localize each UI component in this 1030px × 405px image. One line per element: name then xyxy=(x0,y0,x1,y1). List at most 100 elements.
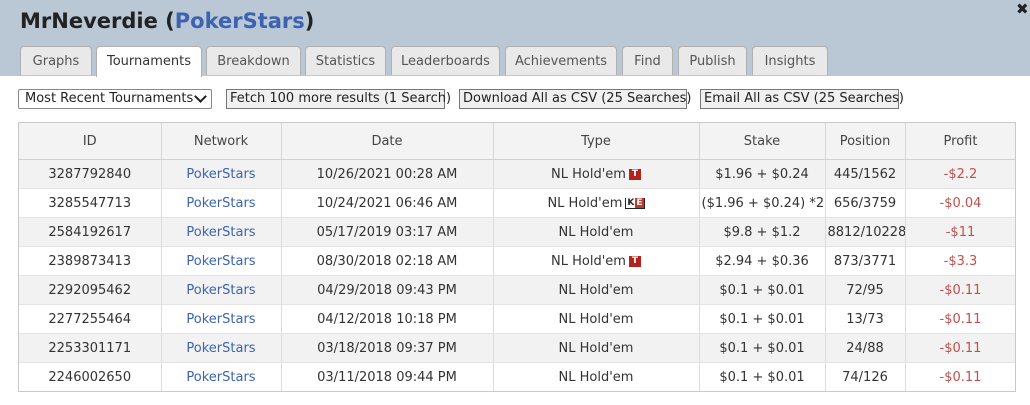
cell-stake: $2.94 + $0.36 xyxy=(699,246,826,276)
col-header-type[interactable]: Type xyxy=(493,123,700,160)
cell-id: 2584192617 xyxy=(19,217,162,247)
cell-type: NL Hold'em xyxy=(493,217,700,247)
table-row[interactable]: 2292095462 PokerStars 04/29/2018 09:43 P… xyxy=(19,275,1015,305)
table-row[interactable]: 2246002650 PokerStars 03/11/2018 09:44 P… xyxy=(19,362,1015,391)
cell-stake: $0.1 + $0.01 xyxy=(699,362,826,391)
cell-type: NL Hold'em xyxy=(493,333,700,363)
email-csv-button[interactable]: Email All as CSV (25 Searches) xyxy=(700,89,904,109)
cell-type: NL Hold'em T xyxy=(493,246,700,276)
table-row[interactable]: 3285547713 PokerStars 10/24/2021 06:46 A… xyxy=(19,188,1015,218)
cell-stake: $9.8 + $1.2 xyxy=(699,217,826,247)
player-name: MrNeverdie xyxy=(20,9,158,33)
cell-position: 445/1562 xyxy=(825,159,906,189)
type-label: NL Hold'em xyxy=(558,369,634,385)
cell-id: 2277255464 xyxy=(19,304,162,334)
cell-stake: $0.1 + $0.01 xyxy=(699,275,826,305)
table-row[interactable]: 2253301171 PokerStars 03/18/2018 09:37 P… xyxy=(19,333,1015,363)
tournaments-table: ID Network Date Type Stake Position Prof… xyxy=(19,123,1015,391)
cell-network[interactable]: PokerStars xyxy=(161,246,282,276)
col-header-position[interactable]: Position xyxy=(825,123,906,160)
cell-profit: -$11 xyxy=(905,217,1015,247)
cell-profit: -$0.11 xyxy=(905,275,1015,305)
tab-publish[interactable]: Publish xyxy=(678,46,747,75)
col-header-date[interactable]: Date xyxy=(281,123,494,160)
table-row[interactable]: 2584192617 PokerStars 05/17/2019 03:17 A… xyxy=(19,217,1015,247)
cell-network[interactable]: PokerStars xyxy=(161,217,282,247)
tab-tournaments[interactable]: Tournaments xyxy=(96,46,202,77)
table-row[interactable]: 3287792840 PokerStars 10/26/2021 00:28 A… xyxy=(19,159,1015,189)
title-paren-open: ( xyxy=(157,9,175,33)
cell-date: 03/18/2018 09:37 PM xyxy=(281,333,494,363)
cell-position: 656/3759 xyxy=(825,188,906,218)
cell-id: 2246002650 xyxy=(19,362,162,391)
cell-network[interactable]: PokerStars xyxy=(161,275,282,305)
tab-graphs[interactable]: Graphs xyxy=(20,46,92,75)
tab-find[interactable]: Find xyxy=(622,46,673,75)
cell-type: NL Hold'em xyxy=(493,275,700,305)
turbo-badge-icon: T xyxy=(628,168,641,180)
cell-id: 2389873413 xyxy=(19,246,162,276)
type-label: NL Hold'em xyxy=(551,253,626,269)
page-title: MrNeverdie (PokerStars) xyxy=(20,9,314,33)
col-header-id[interactable]: ID xyxy=(19,123,162,160)
cell-profit: -$0.11 xyxy=(905,304,1015,334)
cell-date: 08/30/2018 02:18 AM xyxy=(281,246,494,276)
col-header-profit[interactable]: Profit xyxy=(905,123,1015,160)
cell-date: 10/26/2021 00:28 AM xyxy=(281,159,494,189)
cell-date: 04/29/2018 09:43 PM xyxy=(281,275,494,305)
col-header-network[interactable]: Network xyxy=(161,123,282,160)
cell-date: 05/17/2019 03:17 AM xyxy=(281,217,494,247)
type-label: NL Hold'em xyxy=(547,195,623,211)
cell-position: 24/88 xyxy=(825,333,906,363)
cell-date: 03/11/2018 09:44 PM xyxy=(281,362,494,391)
cell-stake: ($1.96 + $0.24) *2 xyxy=(699,188,826,218)
cell-network[interactable]: PokerStars xyxy=(161,333,282,363)
cell-id: 3285547713 xyxy=(19,188,162,218)
table-row[interactable]: 2389873413 PokerStars 08/30/2018 02:18 A… xyxy=(19,246,1015,276)
cell-stake: $0.1 + $0.01 xyxy=(699,333,826,363)
cell-date: 04/12/2018 10:18 PM xyxy=(281,304,494,334)
cell-network[interactable]: PokerStars xyxy=(161,362,282,391)
cell-profit: -$3.3 xyxy=(905,246,1015,276)
network-link[interactable]: PokerStars xyxy=(175,9,305,33)
cell-position: 72/95 xyxy=(825,275,906,305)
cell-profit: -$2.2 xyxy=(905,159,1015,189)
cell-profit: -$0.04 xyxy=(905,188,1015,218)
cell-position: 13/73 xyxy=(825,304,906,334)
cell-date: 10/24/2021 06:46 AM xyxy=(281,188,494,218)
cell-type: NL Hold'em xyxy=(493,304,700,334)
cell-profit: -$0.11 xyxy=(905,362,1015,391)
cell-type: NL Hold'em K E xyxy=(493,188,700,218)
fetch-more-button[interactable]: Fetch 100 more results (1 Search) xyxy=(226,89,451,109)
cell-position: 8812/10228 xyxy=(825,217,906,247)
tournaments-table-container: ID Network Date Type Stake Position Prof… xyxy=(18,122,1016,392)
tournament-filter-select[interactable]: Most Recent Tournaments xyxy=(18,89,212,109)
download-csv-button[interactable]: Download All as CSV (25 Searches) xyxy=(459,89,691,109)
tab-achievements[interactable]: Achievements xyxy=(505,46,617,75)
close-icon[interactable]: ✖ xyxy=(1016,2,1029,17)
cell-id: 2253301171 xyxy=(19,333,162,363)
cell-network[interactable]: PokerStars xyxy=(161,304,282,334)
type-label: NL Hold'em xyxy=(551,166,626,182)
cell-profit: -$0.11 xyxy=(905,333,1015,363)
popup-header: ✖ MrNeverdie (PokerStars) Graphs Tournam… xyxy=(0,0,1030,77)
cell-position: 873/3771 xyxy=(825,246,906,276)
type-label: NL Hold'em xyxy=(558,224,634,240)
chevron-down-icon xyxy=(194,90,207,103)
tab-leaderboards[interactable]: Leaderboards xyxy=(391,46,500,75)
cell-position: 74/126 xyxy=(825,362,906,391)
knockout-badge-icon: KE xyxy=(625,197,645,209)
cell-network[interactable]: PokerStars xyxy=(161,159,282,189)
cell-id: 2292095462 xyxy=(19,275,162,305)
tab-insights[interactable]: Insights xyxy=(752,46,828,75)
title-paren-close: ) xyxy=(304,9,315,33)
table-row[interactable]: 2277255464 PokerStars 04/12/2018 10:18 P… xyxy=(19,304,1015,334)
tab-statistics[interactable]: Statistics xyxy=(305,46,386,75)
table-body: 3287792840 PokerStars 10/26/2021 00:28 A… xyxy=(19,159,1015,391)
cell-id: 3287792840 xyxy=(19,159,162,189)
tab-breakdown[interactable]: Breakdown xyxy=(206,46,301,75)
cell-type: NL Hold'em T xyxy=(493,159,700,189)
cell-network[interactable]: PokerStars xyxy=(161,188,282,218)
type-label: NL Hold'em xyxy=(558,311,634,327)
col-header-stake[interactable]: Stake xyxy=(699,123,826,160)
